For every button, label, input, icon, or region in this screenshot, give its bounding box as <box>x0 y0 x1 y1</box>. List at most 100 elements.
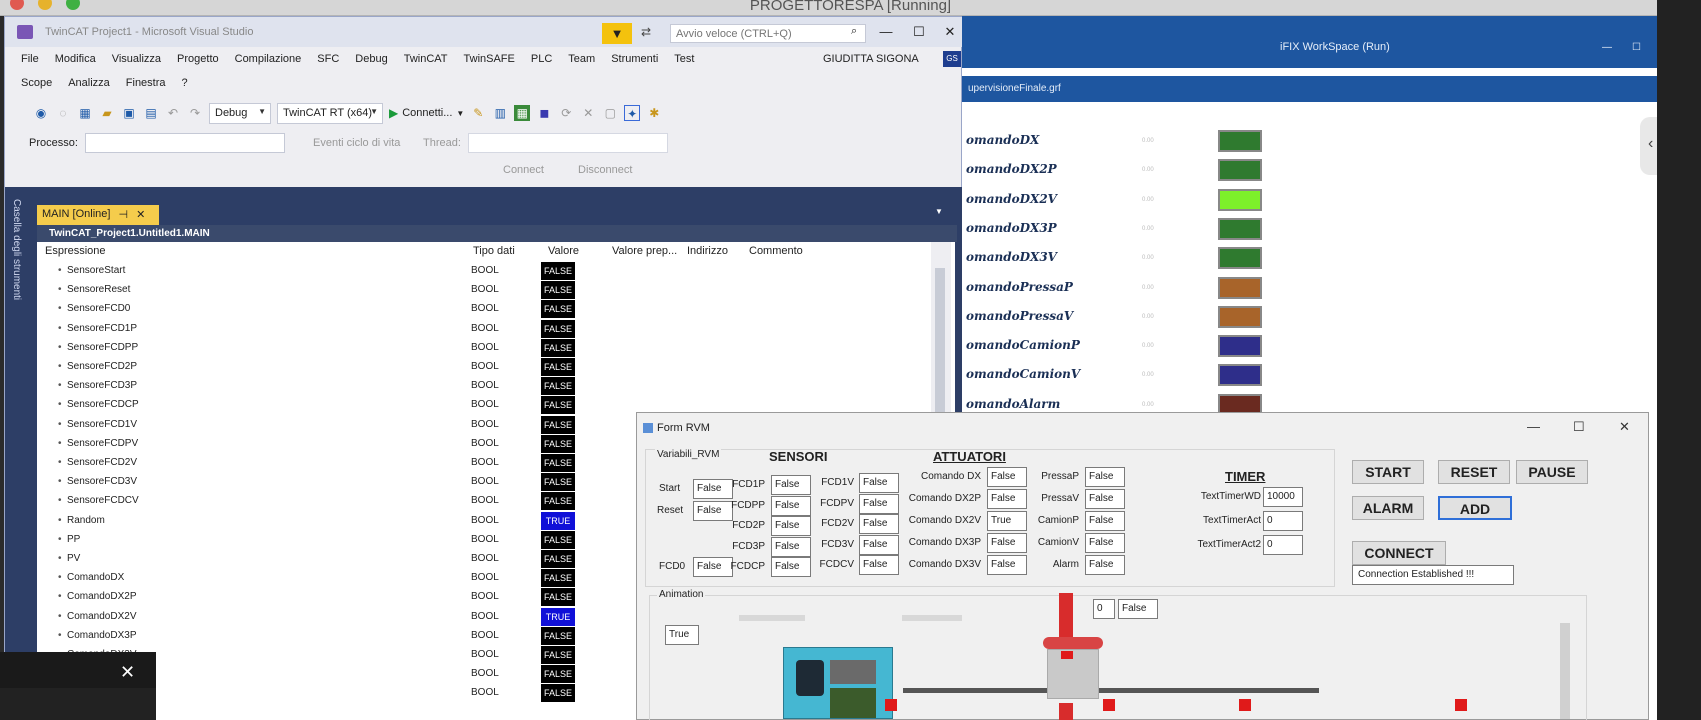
variable-value[interactable]: FALSE <box>541 434 575 453</box>
menu-item[interactable]: Visualizza <box>104 50 169 72</box>
variable-value[interactable]: FALSE <box>541 569 575 588</box>
tab-overflow-icon[interactable]: ▼ <box>935 207 943 216</box>
ifix-document-tab[interactable]: upervisioneFinale.grf <box>962 76 1662 102</box>
table-row[interactable]: SensoreReset BOOL FALSE <box>37 281 887 300</box>
table-row[interactable]: SensoreFCD2P BOOL FALSE <box>37 358 887 377</box>
table-row[interactable]: SensoreFCDPP BOOL FALSE <box>37 338 887 358</box>
field-value[interactable]: False <box>987 555 1027 575</box>
variable-value[interactable]: FALSE <box>541 396 575 415</box>
field-value[interactable]: 0 <box>1263 511 1303 531</box>
menu-item[interactable]: Modifica <box>47 50 104 72</box>
user-avatar[interactable]: GS <box>943 51 961 67</box>
menu-item[interactable]: Compilazione <box>227 50 310 72</box>
animation-false-field[interactable]: False <box>1118 599 1158 619</box>
toolbox-tab[interactable]: Casella degli strumenti <box>11 199 22 300</box>
close-icon[interactable]: ✕ <box>1619 419 1630 435</box>
close-icon[interactable]: ✕ <box>941 24 959 40</box>
field-value[interactable]: False <box>771 516 811 536</box>
solution-config-combo[interactable]: Debug ▼ <box>209 102 271 124</box>
tab-main-online[interactable]: MAIN [Online] ⊣ ✕ <box>37 205 159 225</box>
variable-value[interactable]: TRUE <box>541 511 575 530</box>
field-value[interactable]: False <box>1085 467 1125 487</box>
minimize-icon[interactable]: — <box>877 24 895 40</box>
back-icon[interactable]: ◉ <box>33 105 49 121</box>
reset-field[interactable]: False <box>693 501 733 521</box>
menu-item[interactable]: Scope <box>13 74 60 96</box>
login-icon[interactable]: ▢ <box>602 105 618 121</box>
field-value[interactable]: False <box>859 534 899 555</box>
col-comment[interactable]: Commento <box>749 245 803 257</box>
maximize-icon[interactable]: ☐ <box>910 24 928 40</box>
forward-icon[interactable]: ◌ <box>55 105 71 121</box>
table-row[interactable]: SensoreStart BOOL FALSE <box>37 262 887 281</box>
remote-connect-button[interactable]: Connect <box>503 164 544 176</box>
undo-icon[interactable]: ↶ <box>165 105 181 121</box>
table-row[interactable]: SensoreFCD3P BOOL FALSE <box>37 377 887 396</box>
field-value[interactable]: True <box>987 511 1027 531</box>
field-value[interactable]: False <box>1085 555 1125 575</box>
alarm-button[interactable]: ALARM <box>1352 496 1424 520</box>
reset-button[interactable]: RESET <box>1438 460 1510 484</box>
variable-value[interactable]: FALSE <box>541 338 575 357</box>
menu-item[interactable]: Test <box>666 50 702 72</box>
variable-value[interactable]: FALSE <box>541 415 575 434</box>
restart-icon[interactable]: ⟳ <box>558 105 574 121</box>
search-icon[interactable]: ⌕ <box>851 25 857 38</box>
save-icon[interactable]: ▣ <box>121 105 137 121</box>
field-value[interactable]: 0 <box>1263 535 1303 555</box>
col-prepared-value[interactable]: Valore prep... <box>612 245 677 257</box>
menu-item[interactable]: Debug <box>347 50 395 72</box>
add-button[interactable]: ADD <box>1438 496 1512 520</box>
field-value[interactable]: 10000 <box>1263 487 1303 507</box>
breakpoint-icon[interactable]: ✱ <box>646 105 662 121</box>
field-value[interactable]: False <box>987 467 1027 487</box>
field-value[interactable]: False <box>859 555 899 575</box>
menu-item[interactable]: TwinSAFE <box>456 50 523 72</box>
user-name[interactable]: GIUDITTA SIGONA <box>823 53 919 65</box>
pin-icon[interactable]: ⊣ <box>118 208 128 222</box>
minimize-icon[interactable]: — <box>1527 419 1540 434</box>
variable-value[interactable]: FALSE <box>541 281 575 300</box>
platform-combo[interactable]: TwinCAT RT (x64) ▼ <box>277 102 383 124</box>
field-value[interactable]: False <box>1085 533 1125 553</box>
field-value[interactable]: False <box>771 475 811 495</box>
connect-button[interactable]: ▶ Connetti... ▼ <box>389 106 464 120</box>
twincat-icon[interactable]: ▦ <box>514 105 531 121</box>
col-type[interactable]: Tipo dati <box>473 245 515 257</box>
variable-value[interactable]: FALSE <box>541 646 575 664</box>
tools-icon[interactable]: ✕ <box>580 105 596 121</box>
animation-scrollbar[interactable] <box>1560 623 1570 719</box>
variable-value[interactable]: FALSE <box>541 358 575 376</box>
new-project-icon[interactable]: ▦ <box>77 105 93 121</box>
save-all-icon[interactable]: ▤ <box>143 105 159 121</box>
variable-value[interactable]: FALSE <box>541 530 575 549</box>
menu-item[interactable]: File <box>13 50 47 72</box>
tab-close-icon[interactable]: ✕ <box>136 208 145 222</box>
menu-item[interactable]: TwinCAT <box>396 50 456 72</box>
find-icon[interactable]: ✎ <box>470 105 486 121</box>
variable-value[interactable]: FALSE <box>541 550 575 568</box>
menu-item[interactable]: Finestra <box>118 74 174 96</box>
feedback-icon[interactable]: ⇄ <box>641 25 651 39</box>
toggle-icon[interactable]: ✦ <box>624 105 641 121</box>
table-row[interactable]: SensoreFCD0 BOOL FALSE <box>37 300 887 319</box>
start-button[interactable]: START <box>1352 460 1424 484</box>
popup-close-icon[interactable]: ✕ <box>120 662 135 683</box>
maximize-icon[interactable]: ☐ <box>1632 42 1641 53</box>
col-expression[interactable]: Espressione <box>45 245 106 257</box>
activate-config-icon[interactable]: ◼ <box>536 105 552 121</box>
menu-item[interactable]: Team <box>560 50 603 72</box>
field-value[interactable]: False <box>771 557 811 577</box>
variable-value[interactable]: FALSE <box>541 684 575 703</box>
remote-disconnect-button[interactable]: Disconnect <box>578 164 632 176</box>
variable-value[interactable]: FALSE <box>541 377 575 396</box>
variable-value[interactable]: FALSE <box>541 454 575 472</box>
animation-counter-field[interactable]: 0 <box>1093 599 1115 619</box>
variable-value[interactable]: FALSE <box>541 588 575 607</box>
connect-button[interactable]: CONNECT <box>1352 541 1446 565</box>
field-value[interactable]: False <box>771 536 811 557</box>
field-value[interactable]: False <box>859 514 899 534</box>
thread-combo[interactable] <box>468 133 668 153</box>
maximize-icon[interactable]: ☐ <box>1573 419 1585 435</box>
variable-value[interactable]: FALSE <box>541 665 575 684</box>
